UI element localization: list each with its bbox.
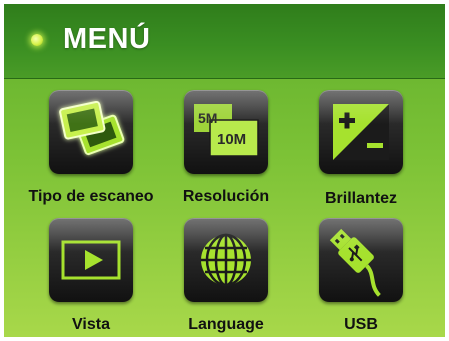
usb-icon bbox=[329, 228, 381, 297]
menu-item-label: Vista bbox=[72, 316, 110, 333]
menu-item-brightness[interactable] bbox=[319, 90, 403, 174]
play-icon bbox=[61, 240, 121, 280]
page-title: MENÚ bbox=[63, 23, 151, 55]
menu-item-label: Resolución bbox=[182, 188, 270, 205]
menu-item-label: Tipo de escaneo bbox=[28, 188, 154, 205]
menu-item-language[interactable] bbox=[184, 218, 268, 302]
menu-item-view[interactable] bbox=[49, 218, 133, 302]
menu-item-scan-type[interactable] bbox=[49, 90, 133, 174]
resolution-5m-text: 5M bbox=[198, 110, 217, 126]
menu-item-label: Language bbox=[188, 316, 264, 333]
globe-icon bbox=[201, 233, 251, 287]
menu-screen: MENÚ Tipo de escaneo 5M 10M Resolución B… bbox=[4, 4, 445, 337]
status-dot-icon bbox=[31, 34, 43, 46]
menu-item-resolution[interactable]: 5M 10M bbox=[184, 90, 268, 174]
resolution-10m-text: 10M bbox=[217, 131, 246, 148]
brightness-icon bbox=[333, 104, 389, 160]
menu-item-usb[interactable] bbox=[319, 218, 403, 302]
resolution-icon: 5M 10M bbox=[194, 104, 259, 157]
menu-item-label: Brillantez bbox=[324, 190, 397, 207]
photos-icon bbox=[59, 100, 125, 156]
menu-header: MENÚ bbox=[4, 4, 445, 79]
menu-item-label: USB bbox=[344, 316, 378, 333]
